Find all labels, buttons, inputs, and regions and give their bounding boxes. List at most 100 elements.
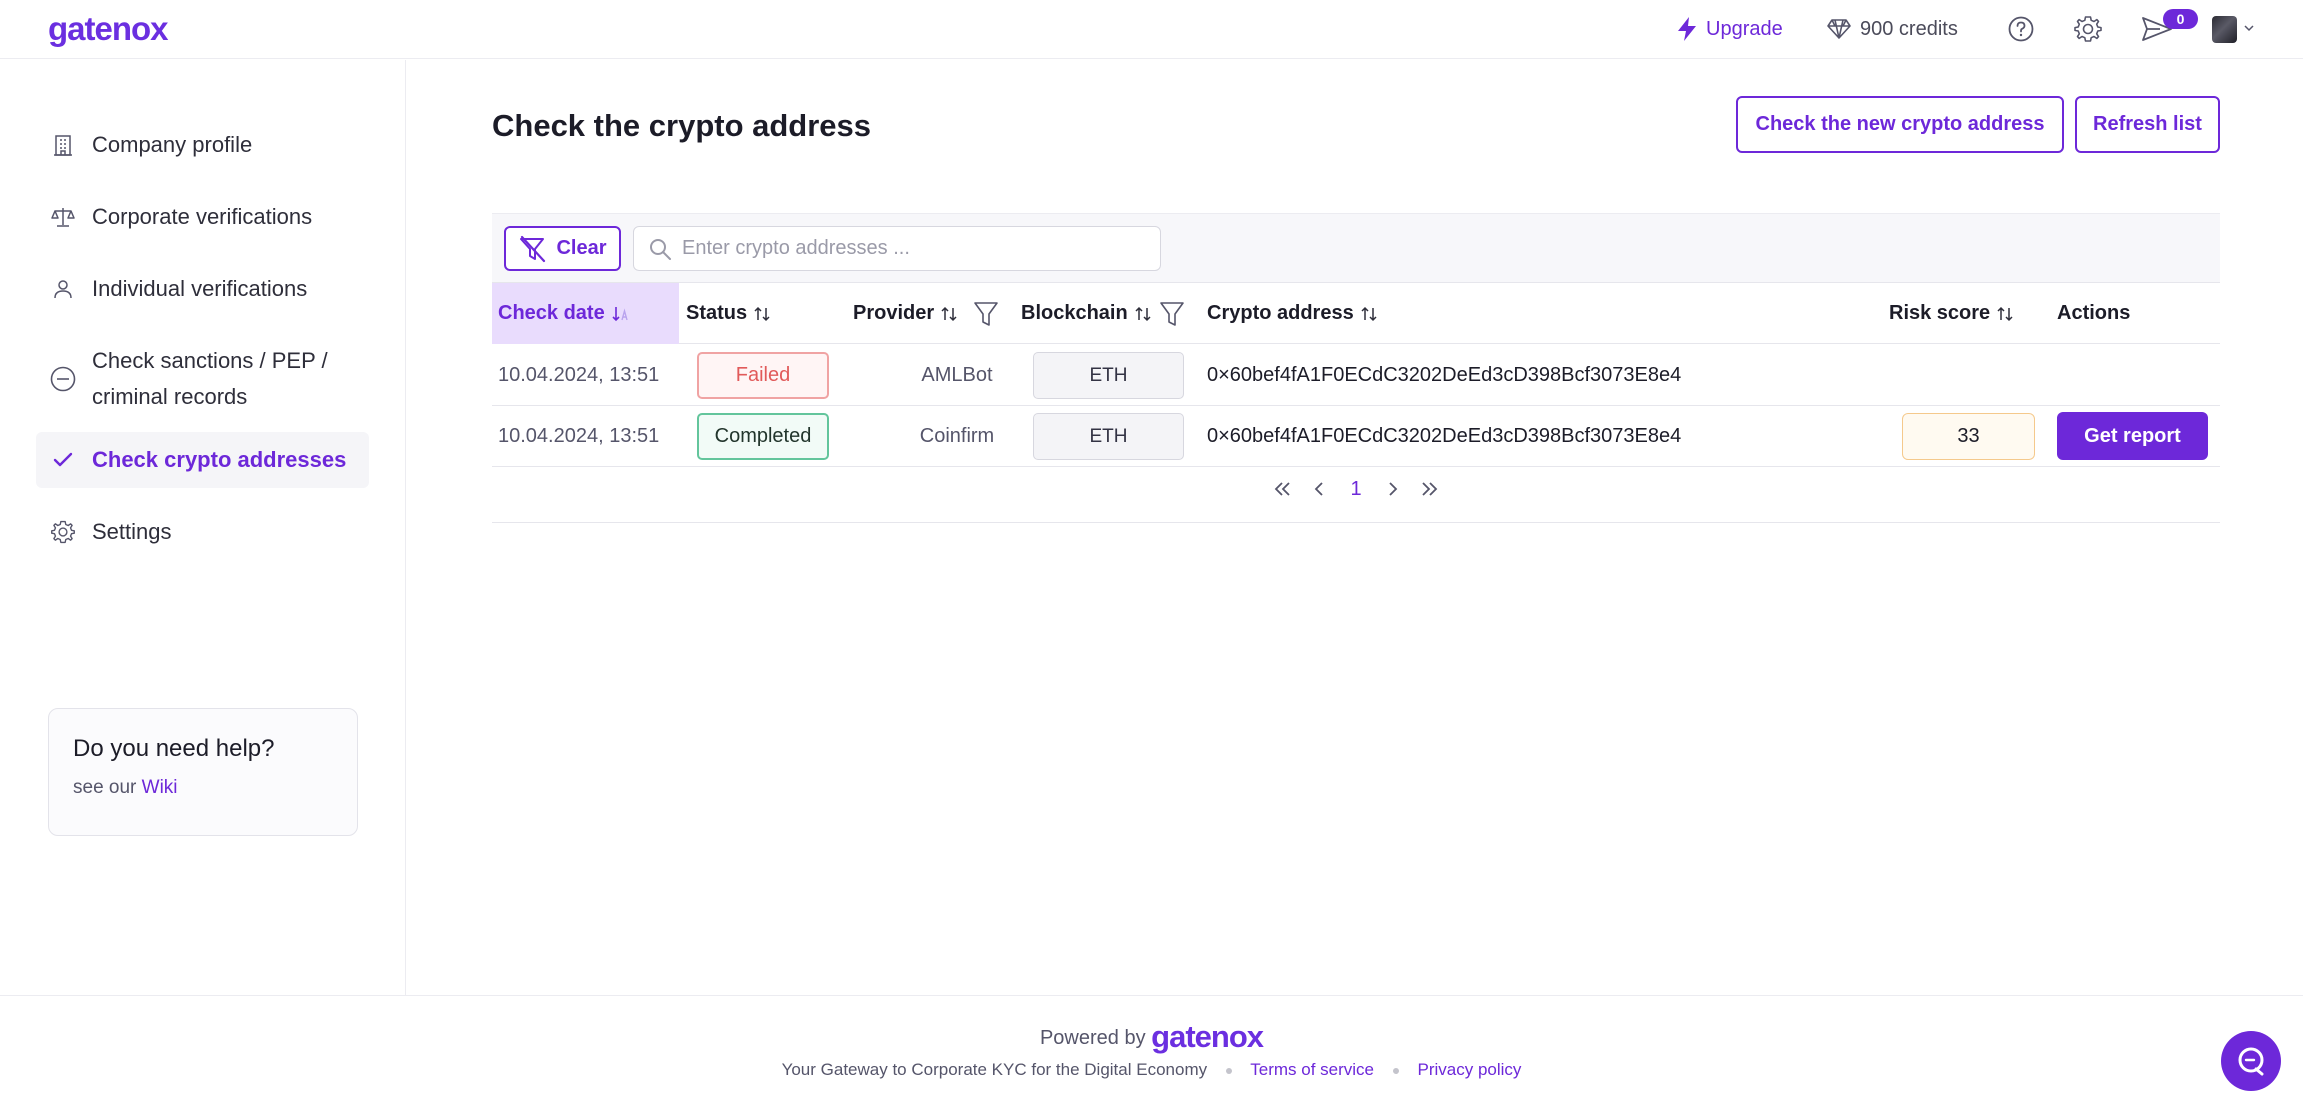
risk-score-badge: 33 bbox=[1902, 413, 2035, 460]
first-page-icon[interactable] bbox=[1272, 475, 1294, 503]
column-header-crypto-address[interactable]: Crypto address bbox=[1207, 283, 1378, 344]
footer: Powered by gatenox Your Gateway to Corpo… bbox=[0, 995, 2303, 1113]
column-header-status[interactable]: Status bbox=[686, 283, 771, 344]
privacy-link[interactable]: Privacy policy bbox=[1417, 1060, 1521, 1079]
column-header-blockchain[interactable]: Blockchain bbox=[1021, 283, 1152, 344]
credits-display[interactable]: 900 credits bbox=[1826, 14, 1958, 44]
column-label: Provider bbox=[853, 302, 935, 324]
sidebar-item-label: Settings bbox=[92, 519, 172, 544]
sidebar-item-company-profile[interactable]: Company profile bbox=[36, 117, 369, 173]
sidebar-item-settings[interactable]: Settings bbox=[36, 504, 369, 560]
prev-page-icon[interactable] bbox=[1308, 475, 1330, 503]
credits-label: 900 credits bbox=[1860, 17, 1958, 40]
powered-by: Powered by gatenox bbox=[0, 1019, 2303, 1055]
terms-link[interactable]: Terms of service bbox=[1250, 1060, 1374, 1079]
separator-dot bbox=[1225, 1067, 1232, 1074]
column-label: Blockchain bbox=[1021, 302, 1128, 324]
table-row[interactable]: 10.04.2024, 13:51 Failed AMLBot ETH 0×60… bbox=[492, 345, 2220, 406]
filter-clear-icon bbox=[520, 235, 546, 262]
column-label: Risk score bbox=[1889, 302, 1991, 324]
scales-icon bbox=[50, 199, 76, 235]
clear-label: Clear bbox=[556, 237, 607, 259]
sidebar-item-label: Individual verifications bbox=[92, 276, 308, 301]
tagline: Your Gateway to Corporate KYC for the Di… bbox=[781, 1060, 1208, 1079]
wiki-link[interactable]: Wiki bbox=[142, 777, 178, 798]
check-date: 10.04.2024, 13:51 bbox=[498, 424, 660, 447]
sort-icon bbox=[1361, 306, 1377, 321]
gear-icon[interactable] bbox=[2073, 14, 2103, 44]
blockchain-badge: ETH bbox=[1033, 413, 1184, 460]
check-new-address-button[interactable]: Check the new crypto address bbox=[1736, 96, 2064, 153]
refresh-list-button[interactable]: Refresh list bbox=[2075, 96, 2220, 153]
sidebar-item-check-sanctions[interactable]: Check sanctions / PEP / criminal records bbox=[36, 333, 369, 425]
column-header-risk-score[interactable]: Risk score bbox=[1889, 283, 2014, 344]
chevron-down-icon[interactable] bbox=[2243, 22, 2255, 34]
filter-icon[interactable] bbox=[973, 300, 999, 328]
filter-icon[interactable] bbox=[1159, 300, 1185, 328]
table-row[interactable]: 10.04.2024, 13:51 Completed Coinfirm ETH… bbox=[492, 406, 2220, 467]
last-page-icon[interactable] bbox=[1418, 475, 1440, 503]
get-report-button[interactable]: Get report bbox=[2057, 412, 2208, 460]
sidebar-item-individual-verifications[interactable]: Individual verifications bbox=[36, 261, 369, 317]
chat-widget-button[interactable] bbox=[2221, 1031, 2281, 1091]
help-card: Do you need help? see our Wiki bbox=[48, 708, 358, 836]
check-date: 10.04.2024, 13:51 bbox=[498, 363, 660, 386]
column-label: Check date bbox=[498, 302, 605, 324]
sort-asc-icon bbox=[612, 306, 628, 321]
help-icon[interactable] bbox=[2008, 16, 2034, 42]
crypto-address: 0×60bef4fA1F0ECdC3202DeEd3cD398Bcf3073E8… bbox=[1207, 363, 1682, 386]
pagination: 1 bbox=[492, 467, 2220, 523]
help-prefix: see our bbox=[73, 777, 137, 798]
sidebar: Company profile Corporate verifications … bbox=[0, 60, 406, 995]
upgrade-button[interactable]: Upgrade bbox=[1676, 14, 1783, 44]
sort-icon bbox=[754, 306, 770, 321]
page-number[interactable]: 1 bbox=[1344, 475, 1367, 503]
column-header-check-date[interactable]: Check date bbox=[492, 283, 679, 344]
help-subtitle: see our Wiki bbox=[73, 777, 333, 799]
chat-icon bbox=[2238, 1047, 2264, 1076]
minus-circle-icon bbox=[50, 343, 76, 415]
sidebar-item-label: Check crypto addresses bbox=[92, 447, 347, 472]
column-label: Actions bbox=[2057, 302, 2131, 324]
gear-icon bbox=[50, 514, 76, 550]
sort-icon bbox=[941, 306, 957, 321]
sidebar-item-corporate-verifications[interactable]: Corporate verifications bbox=[36, 189, 369, 245]
top-bar: gatenox Upgrade 900 credits 0 bbox=[0, 0, 2303, 59]
status-badge: Failed bbox=[697, 352, 829, 399]
diamond-icon bbox=[1827, 19, 1851, 39]
status-badge: Completed bbox=[697, 413, 829, 460]
sidebar-item-label: Check sanctions / PEP / criminal records bbox=[92, 348, 328, 409]
search-icon bbox=[650, 238, 671, 260]
notifications-badge[interactable]: 0 bbox=[2163, 9, 2198, 29]
page-title: Check the crypto address bbox=[492, 108, 872, 143]
column-header-actions: Actions bbox=[2057, 283, 2130, 344]
search-input[interactable] bbox=[682, 237, 1152, 260]
sidebar-item-label: Corporate verifications bbox=[92, 204, 313, 229]
building-icon bbox=[50, 127, 76, 163]
separator-dot bbox=[1392, 1067, 1399, 1074]
sort-icon bbox=[1135, 306, 1151, 321]
search-box bbox=[633, 226, 1161, 271]
crypto-address: 0×60bef4fA1F0ECdC3202DeEd3cD398Bcf3073E8… bbox=[1207, 424, 1682, 447]
help-title: Do you need help? bbox=[73, 735, 275, 762]
logo[interactable]: gatenox bbox=[48, 10, 169, 48]
column-header-provider[interactable]: Provider bbox=[853, 283, 958, 344]
clear-filters-button[interactable]: Clear bbox=[504, 226, 621, 271]
sidebar-item-check-crypto-addresses[interactable]: Check crypto addresses bbox=[36, 432, 369, 488]
check-icon bbox=[50, 442, 76, 478]
footer-logo[interactable]: gatenox bbox=[1151, 1019, 1264, 1054]
upgrade-label: Upgrade bbox=[1706, 17, 1783, 40]
lightning-icon bbox=[1678, 17, 1696, 41]
person-icon bbox=[50, 271, 76, 307]
column-label: Status bbox=[686, 302, 748, 324]
blockchain-badge: ETH bbox=[1033, 352, 1184, 399]
sort-icon bbox=[1997, 306, 2013, 321]
column-label: Crypto address bbox=[1207, 302, 1354, 324]
powered-by-label: Powered by bbox=[1039, 1027, 1146, 1049]
table-header: Check date Status Provider Blockchain Cr… bbox=[492, 283, 2220, 344]
footer-links: Your Gateway to Corporate KYC for the Di… bbox=[0, 1060, 2303, 1080]
filter-toolbar: Clear bbox=[492, 213, 2220, 283]
sidebar-item-label: Company profile bbox=[92, 132, 253, 157]
avatar[interactable] bbox=[2212, 16, 2237, 43]
next-page-icon[interactable] bbox=[1382, 475, 1404, 503]
